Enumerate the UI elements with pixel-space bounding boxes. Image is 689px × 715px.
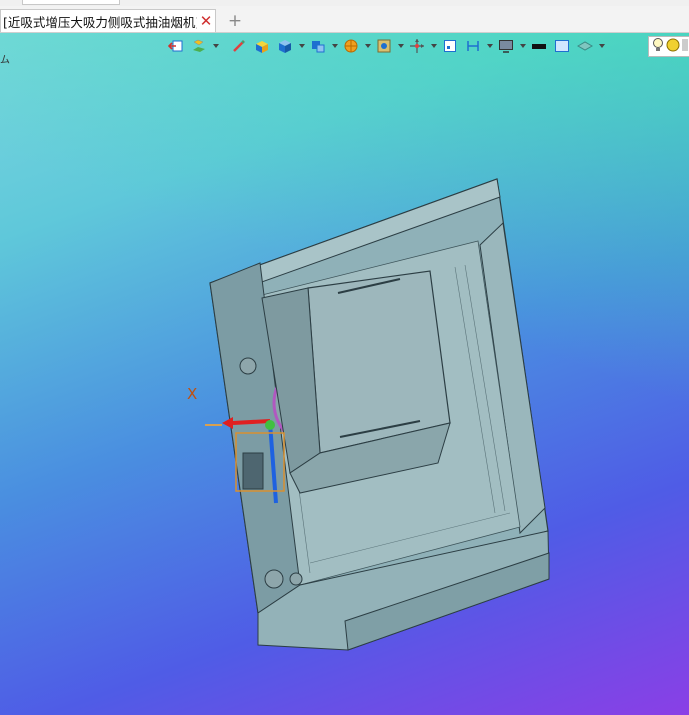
range-hood-model[interactable] [0,33,689,715]
knob-upper [239,357,257,375]
control-panel [242,452,264,490]
axis-x-label: X [187,385,198,403]
tab-bar: [近吸式增压大吸力侧吸式抽油烟机] ✕ + [0,6,689,33]
duct-box-top [307,270,451,454]
new-tab-button[interactable]: + [226,12,244,30]
close-icon[interactable]: ✕ [197,13,215,29]
3d-viewport[interactable]: ム X [0,33,689,715]
search-field-edge[interactable] [22,0,120,5]
knob-lower [264,569,284,589]
tab-title: [近吸式增压大吸力侧吸式抽油烟机] [3,14,197,30]
document-tab[interactable]: [近吸式增压大吸力侧吸式抽油烟机] ✕ [0,9,216,32]
